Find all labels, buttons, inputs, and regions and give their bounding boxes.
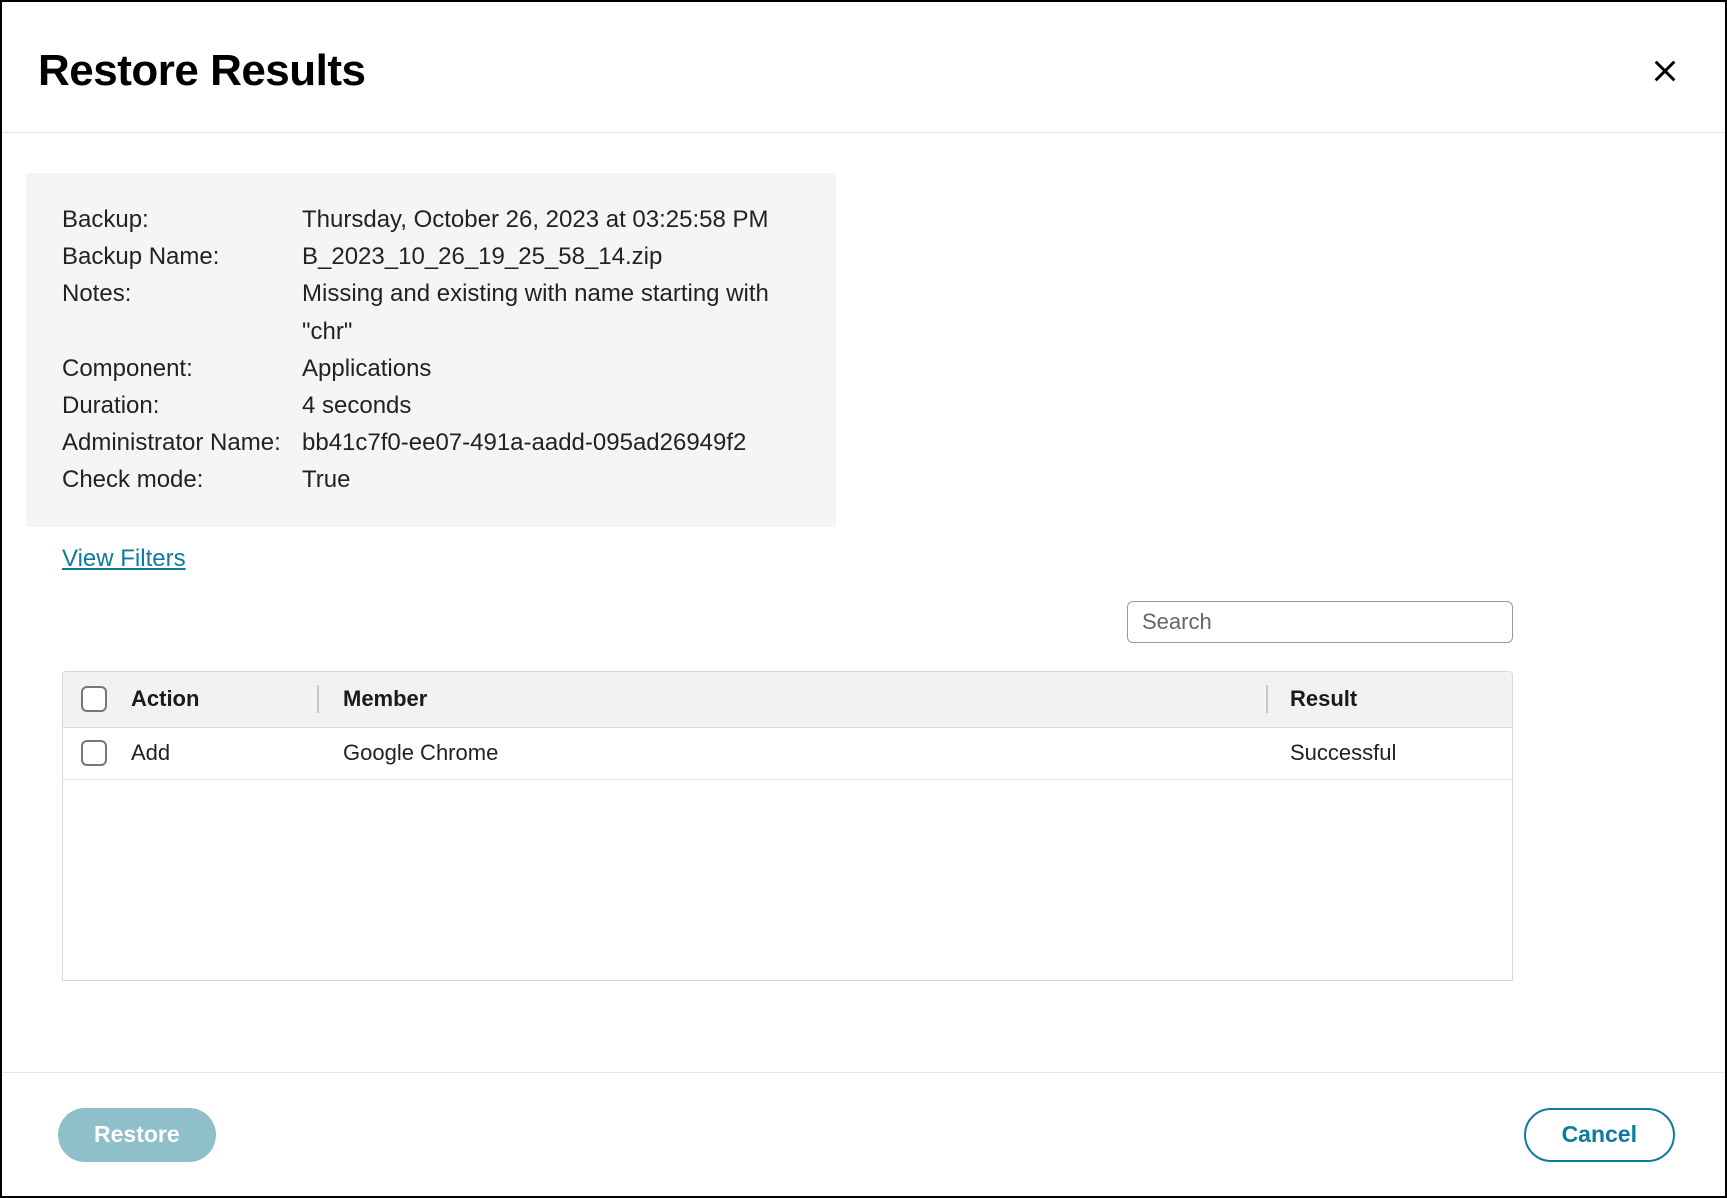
- table-header: Action Member Result: [63, 672, 1512, 728]
- label-component: Component:: [62, 350, 302, 387]
- results-table: Action Member Result Add Google Chrome S…: [62, 671, 1513, 981]
- row-checkbox-cell: [63, 740, 125, 766]
- label-notes: Notes:: [62, 275, 302, 349]
- value-backup-name: B_2023_10_26_19_25_58_14.zip: [302, 238, 800, 275]
- dialog-header: Restore Results: [2, 2, 1725, 133]
- value-admin-name: bb41c7f0-ee07-491a-aadd-095ad26949f2: [302, 424, 800, 461]
- table-row[interactable]: Add Google Chrome Successful: [63, 728, 1512, 780]
- value-component: Applications: [302, 350, 800, 387]
- close-button[interactable]: [1649, 55, 1681, 87]
- backup-details-card: Backup: Thursday, October 26, 2023 at 03…: [26, 173, 836, 527]
- restore-button[interactable]: Restore: [58, 1108, 216, 1162]
- detail-row-admin-name: Administrator Name: bb41c7f0-ee07-491a-a…: [62, 424, 800, 461]
- close-icon: [1651, 57, 1679, 85]
- detail-row-component: Component: Applications: [62, 350, 800, 387]
- cell-action: Add: [125, 740, 313, 766]
- detail-row-duration: Duration: 4 seconds: [62, 387, 800, 424]
- select-all-checkbox[interactable]: [81, 686, 107, 712]
- value-backup: Thursday, October 26, 2023 at 03:25:58 P…: [302, 201, 800, 238]
- header-checkbox-cell: [63, 686, 125, 712]
- header-member[interactable]: Member: [323, 686, 1262, 712]
- cancel-button[interactable]: Cancel: [1524, 1108, 1675, 1162]
- value-duration: 4 seconds: [302, 387, 800, 424]
- table-body: Add Google Chrome Successful: [63, 728, 1512, 980]
- label-check-mode: Check mode:: [62, 461, 302, 498]
- detail-row-notes: Notes: Missing and existing with name st…: [62, 275, 800, 349]
- label-backup-name: Backup Name:: [62, 238, 302, 275]
- search-input[interactable]: [1127, 601, 1513, 643]
- search-row: [26, 601, 1513, 643]
- label-admin-name: Administrator Name:: [62, 424, 302, 461]
- header-action[interactable]: Action: [125, 686, 313, 712]
- value-notes: Missing and existing with name starting …: [302, 275, 800, 349]
- view-filters-link[interactable]: View Filters: [62, 545, 186, 572]
- detail-row-backup: Backup: Thursday, October 26, 2023 at 03…: [62, 201, 800, 238]
- label-backup: Backup:: [62, 201, 302, 238]
- value-check-mode: True: [302, 461, 800, 498]
- restore-results-dialog: Restore Results Backup: Thursday, Octobe…: [0, 0, 1727, 1198]
- cell-result: Successful: [1272, 740, 1512, 766]
- header-result[interactable]: Result: [1272, 686, 1512, 712]
- column-separator-icon: [317, 685, 319, 713]
- detail-row-backup-name: Backup Name: B_2023_10_26_19_25_58_14.zi…: [62, 238, 800, 275]
- view-filters-row: View Filters: [62, 545, 1701, 573]
- page-title: Restore Results: [38, 46, 366, 96]
- cell-member: Google Chrome: [323, 740, 1262, 766]
- row-checkbox[interactable]: [81, 740, 107, 766]
- label-duration: Duration:: [62, 387, 302, 424]
- column-separator-icon: [1266, 685, 1268, 713]
- dialog-footer: Restore Cancel: [2, 1072, 1725, 1196]
- detail-row-check-mode: Check mode: True: [62, 461, 800, 498]
- dialog-content: Backup: Thursday, October 26, 2023 at 03…: [2, 133, 1725, 1072]
